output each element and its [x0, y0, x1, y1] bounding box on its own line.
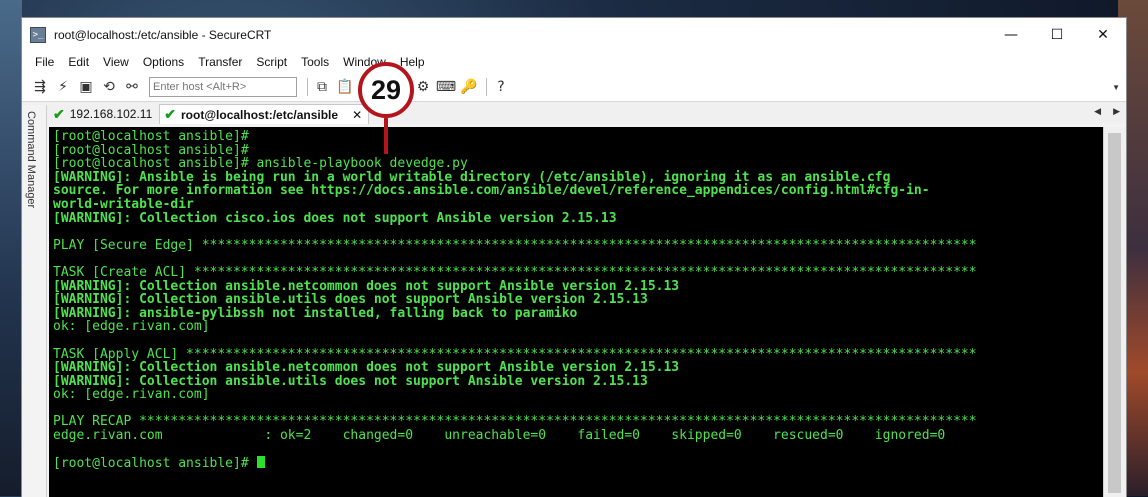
window-title: root@localhost:/etc/ansible - SecureCRT [54, 27, 272, 42]
connected-check-icon: ✔ [164, 106, 176, 122]
connect-in-tab-icon[interactable]: ▣ [76, 77, 96, 97]
maximize-button[interactable]: ☐ [1034, 18, 1080, 51]
title-bar[interactable]: >_ root@localhost:/etc/ansible - SecureC… [22, 18, 1126, 51]
quick-connect-icon[interactable]: ⚡ [53, 77, 73, 97]
tab-label: root@localhost:/etc/ansible [181, 107, 339, 122]
terminal-line: world-writable-dir [53, 196, 194, 212]
terminal-line: [root@localhost ansible]# ansible-playbo… [53, 156, 468, 172]
window-controls: — ☐ ✕ [988, 18, 1126, 51]
terminal-scrollbar[interactable] [1103, 127, 1126, 497]
terminal-line: [root@localhost ansible]# [53, 142, 249, 158]
connect-icon[interactable]: ⇶ [30, 77, 50, 97]
settings-icon[interactable]: ⚙ [413, 77, 433, 97]
terminal-line: edge.rivan.com : ok=2 changed=0 unreacha… [53, 428, 946, 444]
tab-session-192-168-102-11[interactable]: ✔ 192.168.102.11 [48, 104, 159, 124]
tab-navigation: ◀ ▶ [1094, 106, 1120, 117]
toolbar-separator [307, 78, 308, 96]
terminal-line: source. For more information see https:/… [53, 183, 930, 199]
menu-view[interactable]: View [96, 51, 136, 73]
command-manager-panel[interactable]: Command Manager [22, 105, 47, 497]
tab-label: 192.168.102.11 [69, 107, 153, 121]
menu-transfer[interactable]: Transfer [191, 51, 249, 73]
tab-close-icon[interactable]: ✕ [352, 108, 362, 122]
annotation-step-badge: 29 [358, 62, 414, 118]
terminal-line: [WARNING]: Collection ansible.netcommon … [53, 278, 680, 294]
terminal-line: [WARNING]: Collection ansible.netcommon … [53, 360, 680, 376]
terminal-output[interactable]: [root@localhost ansible]# [root@localhost… [49, 127, 1103, 497]
securecrt-window: >_ root@localhost:/etc/ansible - SecureC… [21, 17, 1127, 497]
terminal-line: [WARNING]: Collection cisco.ios does not… [53, 210, 617, 226]
terminal-line: PLAY RECAP *****************************… [53, 414, 977, 430]
menu-tools[interactable]: Tools [294, 51, 336, 73]
toolbar-overflow-icon[interactable]: ▼ [1112, 83, 1120, 92]
scrollbar-thumb[interactable] [1108, 133, 1121, 493]
minimize-button[interactable]: — [988, 18, 1034, 51]
tab-session-localhost[interactable]: ✔ root@localhost:/etc/ansible ✕ [159, 104, 370, 124]
menu-file[interactable]: File [28, 51, 61, 73]
terminal-cursor [256, 456, 265, 469]
host-input[interactable] [149, 77, 297, 97]
terminal-line: [WARNING]: Ansible is being run in a wor… [53, 169, 891, 185]
desktop-wallpaper-left [0, 0, 22, 496]
terminal-prompt-line: [root@localhost ansible]# [53, 456, 1103, 472]
reconnect-icon[interactable]: ⟲ [99, 77, 119, 97]
connected-check-icon: ✔ [53, 105, 65, 122]
terminal-line: [WARNING]: Collection ansible.utils does… [53, 373, 648, 389]
key-agent-icon[interactable]: 🔑 [459, 77, 479, 97]
keymap-icon[interactable]: ⌨ [436, 77, 456, 97]
paste-icon[interactable]: 📋 [335, 77, 355, 97]
terminal-line: [WARNING]: Collection ansible.utils does… [53, 292, 648, 308]
annotation-badge-stem [384, 118, 388, 154]
toolbar: ⇶ ⚡ ▣ ⟲ ⚯ ⧉ 📋 🔍 ⎙ ⚙ ⌨ 🔑 ? ▼ [22, 73, 1126, 102]
session-tab-bar: ✔ 192.168.102.11 ✔ root@localhost:/etc/a… [22, 102, 1126, 124]
terminal-line: [WARNING]: ansible-pylibssh not installe… [53, 305, 578, 321]
menu-edit[interactable]: Edit [61, 51, 96, 73]
terminal-prompt: [root@localhost ansible]# [53, 456, 257, 472]
copy-icon[interactable]: ⧉ [312, 77, 332, 97]
tab-scroll-left-icon[interactable]: ◀ [1094, 106, 1101, 117]
securecrt-app-icon: >_ [30, 26, 46, 43]
help-icon[interactable]: ? [491, 77, 511, 97]
terminal-line: TASK [Apply ACL] ***********************… [53, 346, 977, 362]
menu-bar: File Edit View Options Transfer Script T… [22, 51, 1126, 73]
menu-script[interactable]: Script [249, 51, 294, 73]
close-button[interactable]: ✕ [1080, 18, 1126, 51]
command-manager-label[interactable]: Command Manager [25, 111, 37, 208]
menu-options[interactable]: Options [136, 51, 191, 73]
tab-scroll-right-icon[interactable]: ▶ [1113, 106, 1120, 117]
terminal-line: ok: [edge.rivan.com] [53, 319, 210, 335]
terminal-line: TASK [Create ACL] **********************… [53, 264, 977, 280]
terminal-line: PLAY [Secure Edge] *********************… [53, 237, 977, 253]
disconnect-icon[interactable]: ⚯ [122, 77, 142, 97]
toolbar-separator [486, 78, 487, 96]
terminal-line: [root@localhost ansible]# [53, 129, 249, 144]
terminal-line: ok: [edge.rivan.com] [53, 387, 210, 403]
